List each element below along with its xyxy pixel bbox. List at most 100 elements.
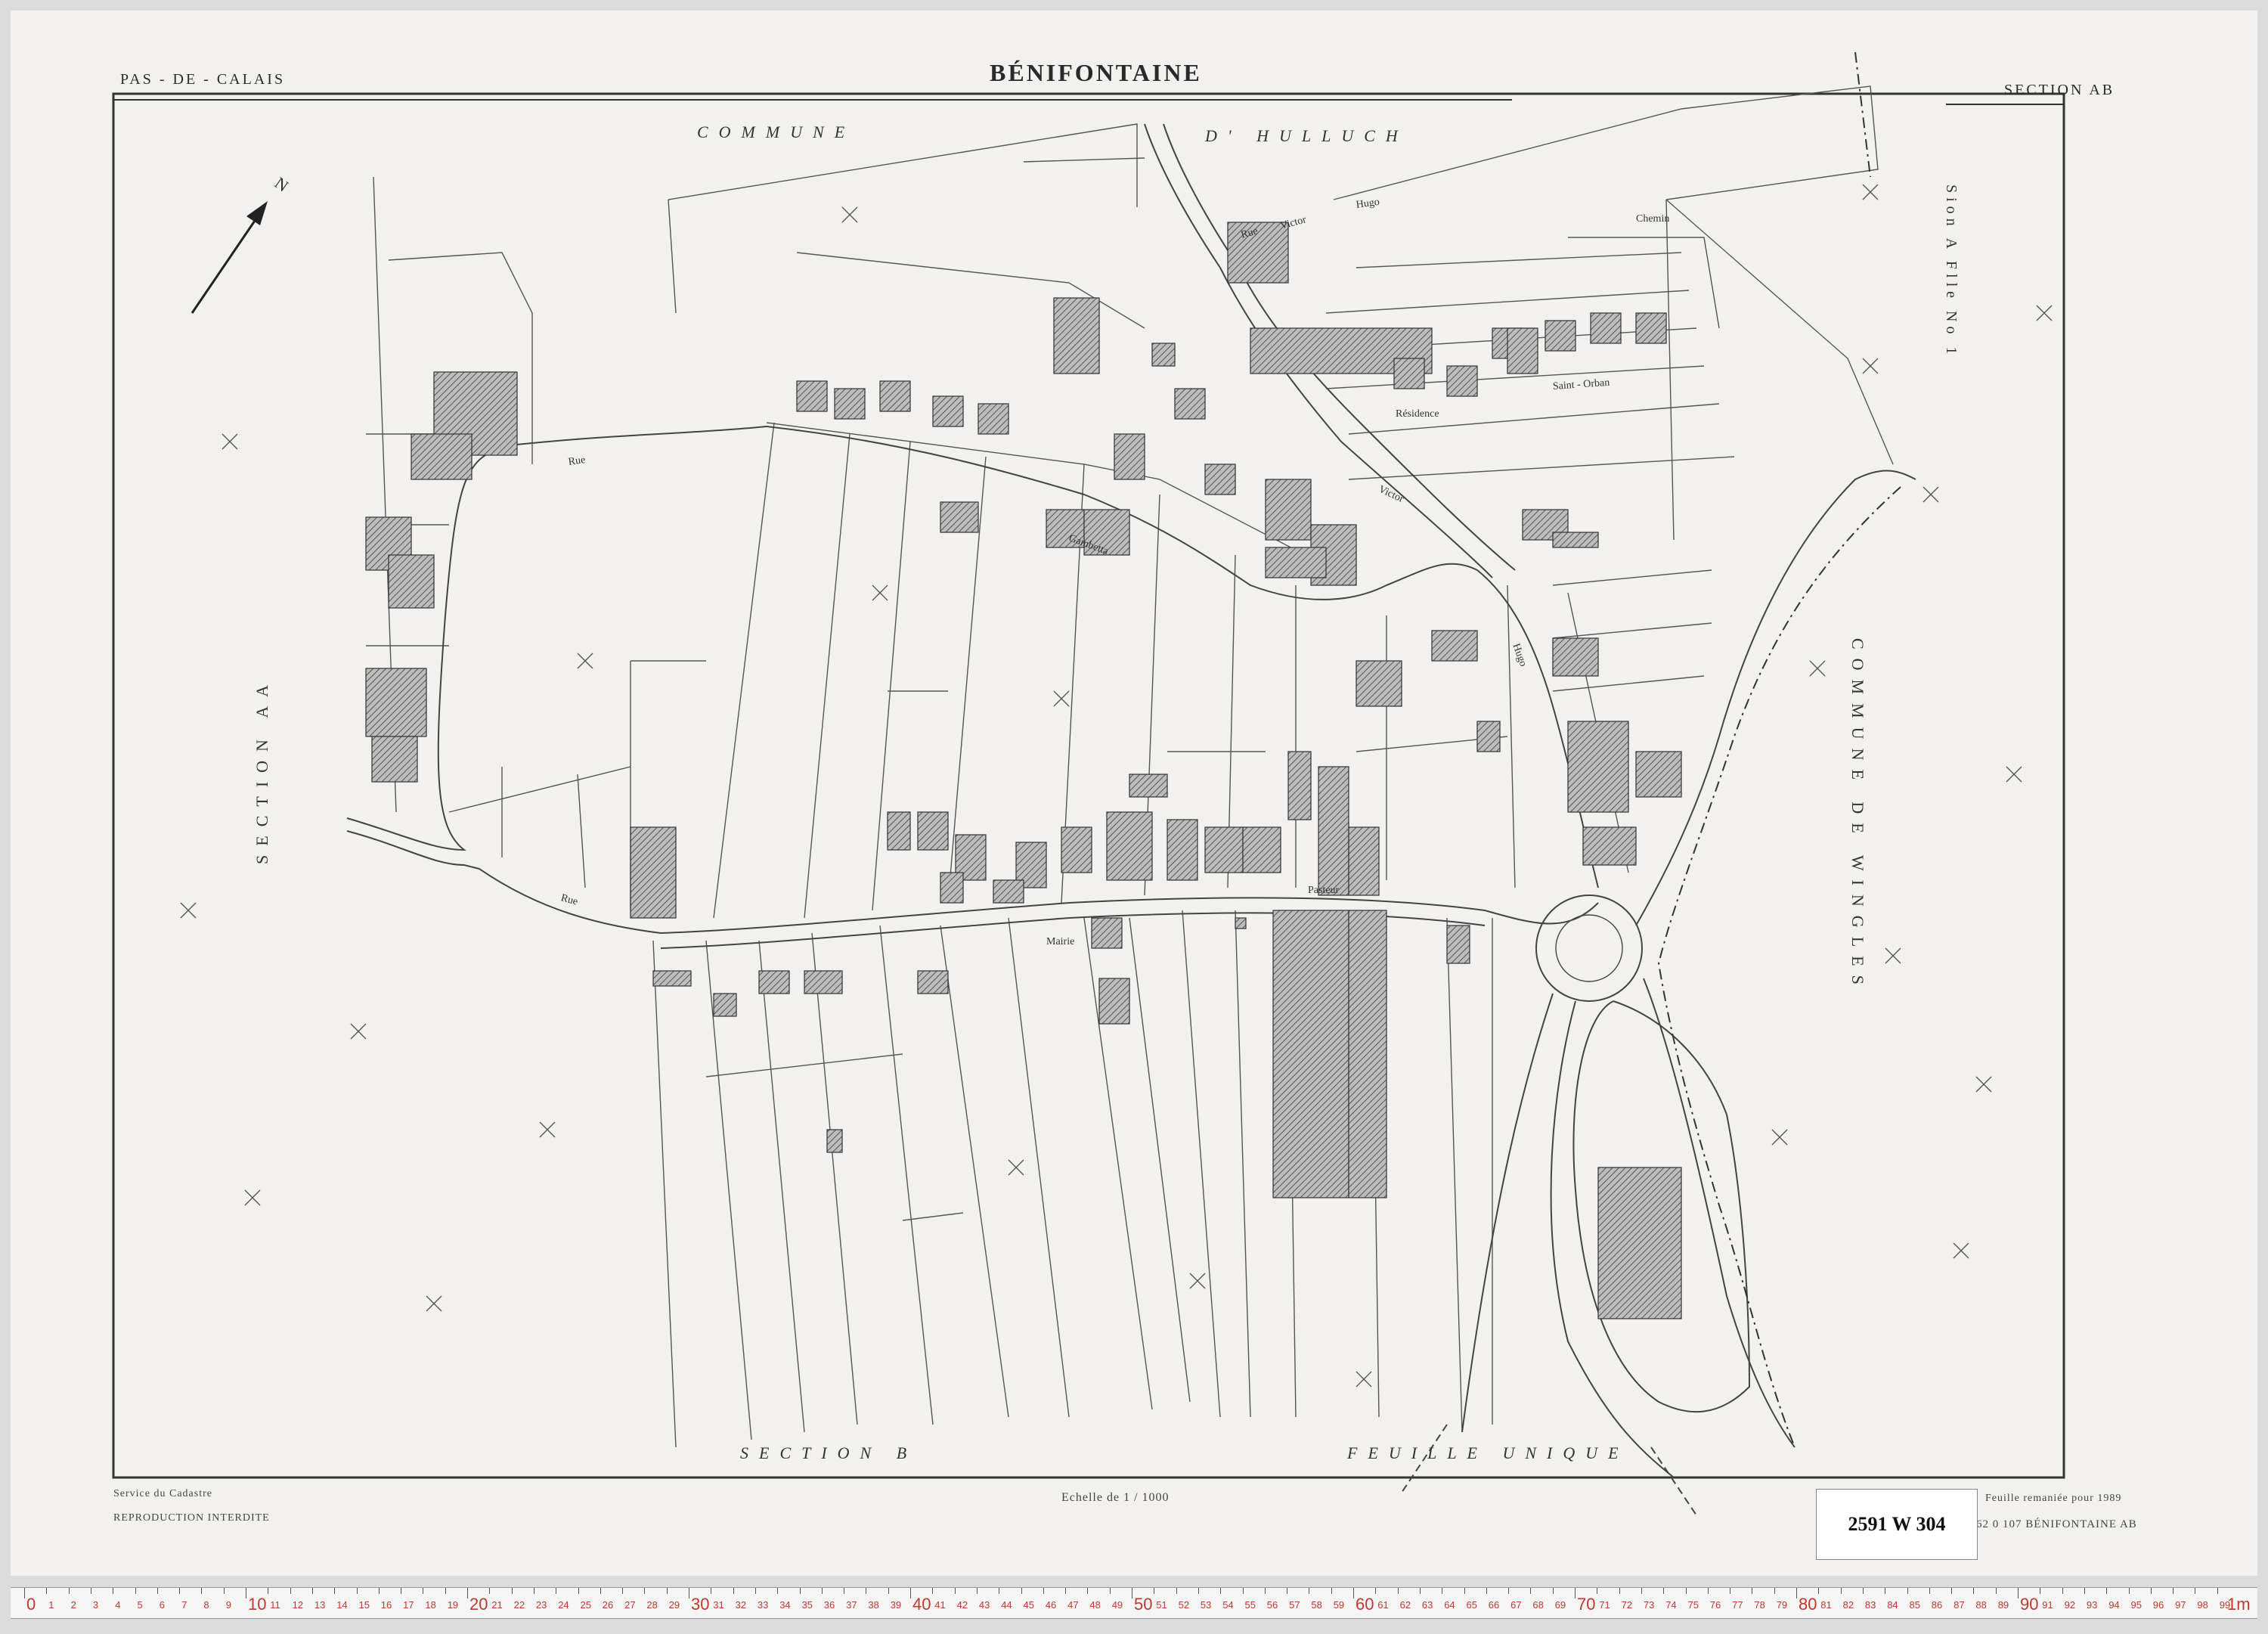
north-arrow-icon (191, 201, 268, 314)
ruler-tick (1995, 1588, 1997, 1594)
ruler-tick (1685, 1588, 1687, 1594)
ruler-number: 87 (1954, 1599, 1965, 1611)
ruler-number: 1 (48, 1599, 54, 1611)
department-label: PAS - DE - CALAIS (120, 71, 286, 88)
ruler-tick (622, 1588, 624, 1594)
ruler-number: 70 (1577, 1595, 1596, 1614)
grid-crosses (180, 184, 2053, 1388)
ruler-number: 77 (1732, 1599, 1743, 1611)
ruler-tick (311, 1588, 313, 1594)
ruler-number: 83 (1864, 1599, 1876, 1611)
ruler-number: 60 (1356, 1595, 1374, 1614)
ruler-number: 32 (735, 1599, 747, 1611)
mairie-label: Mairie (1046, 936, 1075, 947)
ruler-number: 2 (70, 1599, 76, 1611)
ruler-tick (1707, 1588, 1709, 1594)
hulluch-label: D' HULLUCH (1205, 126, 1408, 145)
ruler-tick (1486, 1588, 1487, 1594)
ruler-tick (733, 1588, 734, 1594)
commune-title: BÉNIFONTAINE (990, 59, 1202, 86)
ruler-number: 42 (956, 1599, 968, 1611)
reference-label: 62 0 107 BÉNIFONTAINE AB (1976, 1518, 2137, 1530)
ruler-number: 68 (1532, 1599, 1544, 1611)
ruler-number: 53 (1200, 1599, 1212, 1611)
ruler-tick (600, 1588, 601, 1594)
ruler-number: 54 (1222, 1599, 1234, 1611)
ruler-number: 24 (558, 1599, 569, 1611)
ruler-tick (910, 1588, 911, 1598)
ruler-number: 56 (1266, 1599, 1278, 1611)
section-aa-label: SECTION AA (253, 676, 271, 864)
ruler-number: 89 (1997, 1599, 2009, 1611)
ruler-number: 12 (292, 1599, 304, 1611)
ruler-number: 17 (403, 1599, 414, 1611)
ruler-tick (888, 1588, 889, 1594)
ruler-number: 63 (1421, 1599, 1433, 1611)
ruler-number: 61 (1377, 1599, 1389, 1611)
ruler-number: 20 (469, 1595, 488, 1614)
ruler-tick (799, 1588, 801, 1594)
ruler-tick (223, 1588, 225, 1594)
ruler-tick (1774, 1588, 1775, 1594)
ruler-tick (511, 1588, 513, 1594)
ruler-tick (932, 1588, 934, 1594)
ruler-tick (68, 1588, 70, 1594)
ruler-tick (1331, 1588, 1332, 1594)
ruler-tick (2128, 1588, 2130, 1594)
section-b-label: SECTION B (740, 1443, 918, 1462)
ruler-tick (2062, 1588, 2063, 1594)
ruler-tick (1818, 1588, 1820, 1594)
ruler-tick (46, 1588, 48, 1594)
ruler-tick (2018, 1588, 2019, 1598)
roads (346, 123, 1599, 949)
ruler-number: 82 (1842, 1599, 1854, 1611)
ruler-number: 23 (535, 1599, 547, 1611)
side-sheet-label: Sion A Flle No 1 (1943, 184, 1960, 359)
ruler-number: 18 (425, 1599, 436, 1611)
ruler-tick (24, 1588, 25, 1598)
ruler-number: 10 (248, 1595, 267, 1614)
ruler-number: 44 (1001, 1599, 1012, 1611)
ruler-number: 38 (868, 1599, 879, 1611)
ruler-number: 46 (1045, 1599, 1057, 1611)
ruler-number: 72 (1621, 1599, 1633, 1611)
ruler-tick (1087, 1588, 1089, 1594)
ruler-tick (2173, 1588, 2174, 1594)
ruler-unit-label: 1m (2227, 1595, 2251, 1614)
ruler-number: 98 (2197, 1599, 2208, 1611)
ruler-number: 79 (1776, 1599, 1788, 1611)
ruler-tick (1973, 1588, 1975, 1594)
ruler-number: 52 (1178, 1599, 1190, 1611)
ruler-number: 96 (2152, 1599, 2164, 1611)
ruler-number: 95 (2130, 1599, 2142, 1611)
ruler-tick (1840, 1588, 1842, 1594)
ruler-number: 73 (1643, 1599, 1655, 1611)
ruler-tick (2217, 1588, 2218, 1594)
ruler-number: 86 (1931, 1599, 1943, 1611)
ruler-number: 37 (846, 1599, 857, 1611)
ruler-number: 15 (358, 1599, 370, 1611)
ruler-number: 41 (934, 1599, 946, 1611)
ruler-number: 97 (2175, 1599, 2186, 1611)
ruler-tick (1220, 1588, 1222, 1594)
ruler-number: 8 (203, 1599, 209, 1611)
ruler-tick (2106, 1588, 2108, 1594)
street-pasteur: Pasteur (1308, 885, 1340, 896)
ruler-tick (445, 1588, 446, 1594)
ruler-number: 43 (978, 1599, 990, 1611)
ruler-tick (334, 1588, 336, 1594)
ruler-number: 30 (691, 1595, 710, 1614)
street-chemin: Chemin (1636, 213, 1670, 225)
ruler-number: 90 (2020, 1595, 2039, 1614)
ruler-tick (666, 1588, 668, 1594)
archive-stamp: 2591 W 304 (1816, 1489, 1978, 1560)
ruler-number: 29 (668, 1599, 680, 1611)
ruler-number: 64 (1444, 1599, 1455, 1611)
ruler-number: 5 (137, 1599, 143, 1611)
ruler-tick (1176, 1588, 1177, 1594)
ruler-number: 74 (1665, 1599, 1677, 1611)
ruler-number: 71 (1599, 1599, 1610, 1611)
ruler-number: 65 (1466, 1599, 1477, 1611)
ruler-tick (578, 1588, 579, 1594)
ruler-tick (1641, 1588, 1642, 1594)
